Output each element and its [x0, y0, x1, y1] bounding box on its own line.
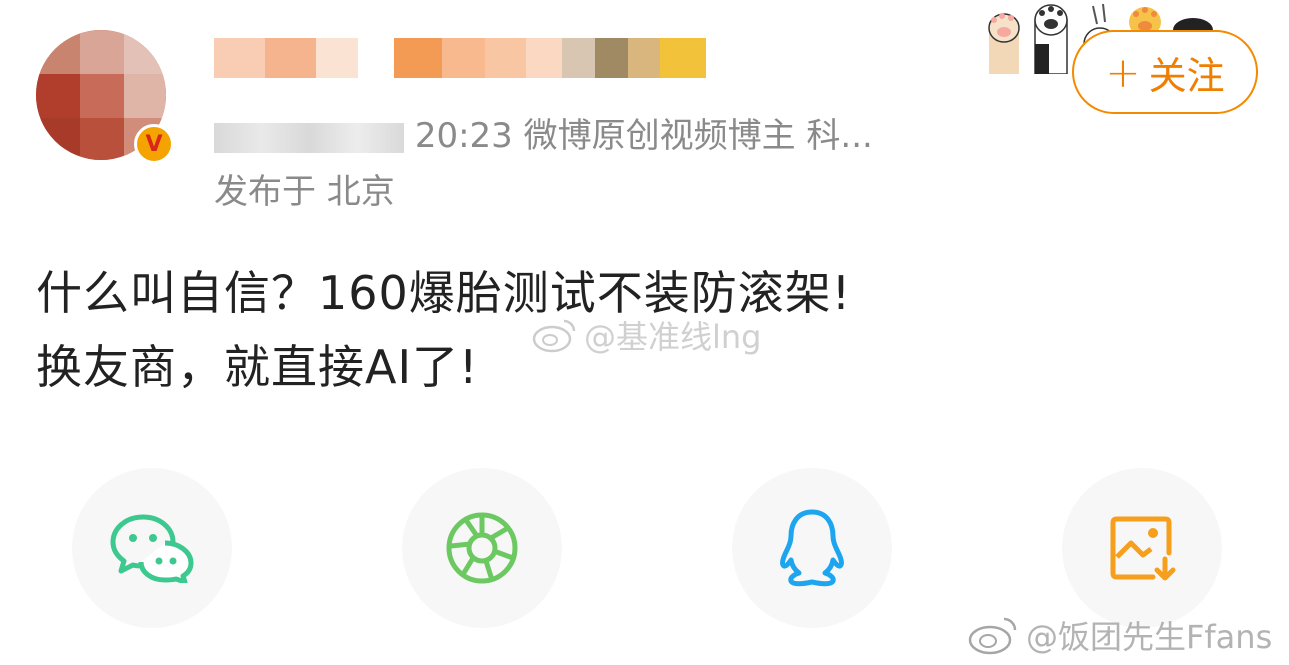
share-wechat-button[interactable]: [72, 468, 232, 628]
avatar-pixel: [36, 74, 80, 118]
post-location: 发布于 北京: [214, 172, 395, 212]
blur-block: [660, 38, 706, 78]
share-moments-button[interactable]: [402, 468, 562, 628]
date-blurred: [214, 122, 404, 153]
share-bar: [0, 468, 1289, 628]
author-tags: 微博原创视频博主 科...: [523, 116, 873, 156]
save-image-button[interactable]: [1062, 468, 1222, 628]
blur-block: [316, 38, 358, 78]
avatar-pixel: [124, 74, 166, 118]
avatar-pixel: [80, 74, 124, 118]
avatar-pixel: [124, 30, 166, 74]
share-qq-button[interactable]: [732, 468, 892, 628]
avatar-pixel: [36, 118, 80, 160]
blur-block: [357, 38, 395, 78]
plus-icon: +: [1105, 47, 1141, 97]
avatar-pixel: [80, 118, 124, 160]
follow-label: 关注: [1148, 53, 1225, 98]
watermark-corner: @饭团先生Ffans: [968, 612, 1272, 658]
watermark-inline-text: @基准线lng: [584, 318, 762, 356]
blur-block: [394, 38, 442, 78]
save-image-icon: [1110, 516, 1176, 581]
watermark-corner-text: @饭团先生Ffans: [1026, 618, 1273, 656]
author-avatar-container[interactable]: V: [36, 30, 178, 164]
username-blurred[interactable]: [214, 36, 706, 80]
post-time: 20:23: [414, 116, 513, 156]
avatar-pixel: [80, 30, 124, 74]
weibo-logo-icon: [968, 617, 1017, 655]
blur-block: [214, 38, 266, 78]
avatar-pixel: [36, 30, 80, 74]
qq-penguin-icon: [780, 509, 844, 587]
blur-block: [627, 38, 661, 78]
blur-block: [562, 38, 595, 78]
paw-2: [1034, 4, 1068, 74]
paw-1: [988, 13, 1020, 74]
blur-block: [441, 38, 486, 78]
follow-button[interactable]: + 关注: [1072, 30, 1258, 114]
post-meta: 20:23 微博原创视频博主 科...: [214, 108, 873, 157]
blur-block: [525, 38, 563, 78]
blur-block: [485, 38, 526, 78]
verified-badge: V: [134, 124, 174, 164]
blur-block: [594, 38, 628, 78]
blur-block: [265, 38, 317, 78]
watermark-inline: @基准线lng: [532, 312, 762, 358]
wechat-icon: [110, 514, 194, 583]
weibo-logo-icon: [532, 319, 576, 353]
moments-shutter-icon: [446, 512, 518, 584]
